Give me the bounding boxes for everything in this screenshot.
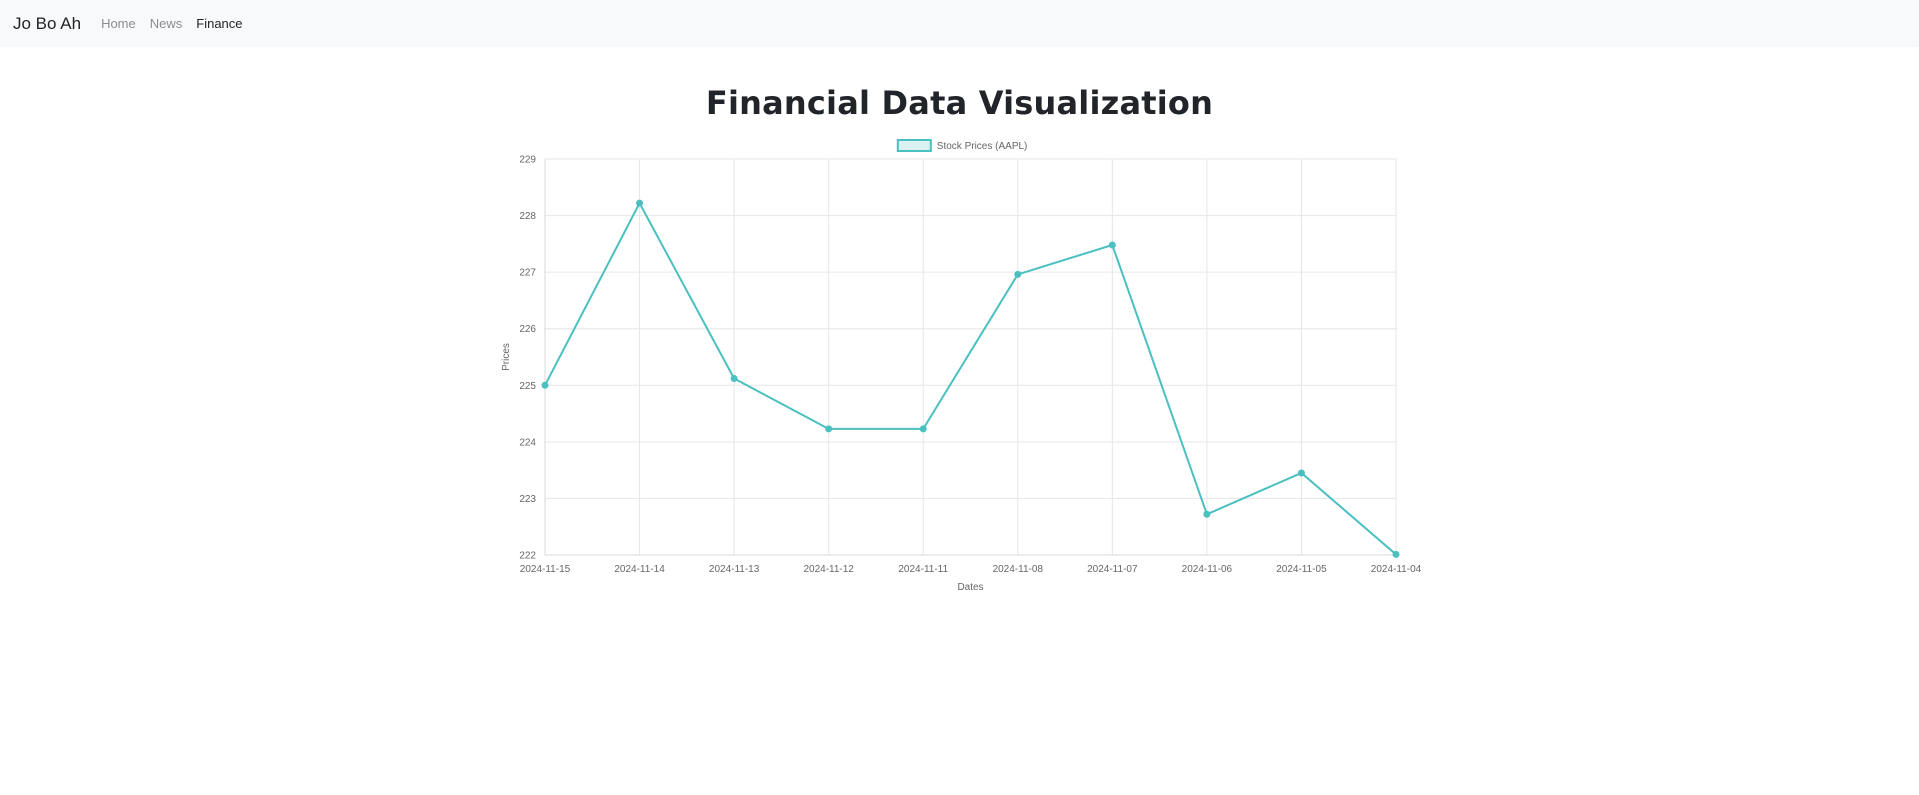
series-line (544, 200, 1397, 556)
data-point (1392, 550, 1400, 558)
data-point (1108, 241, 1116, 249)
data-point (636, 199, 644, 207)
y-tick-label: 224 (519, 437, 536, 448)
x-tick-label: 2024-11-11 (898, 564, 948, 575)
data-point (919, 425, 927, 433)
y-tick-label: 226 (519, 324, 536, 335)
y-tick-label: 229 (519, 155, 536, 166)
data-point (730, 374, 738, 382)
x-tick-label: 2024-11-14 (614, 564, 665, 575)
data-point (825, 425, 833, 433)
legend-swatch (896, 139, 932, 152)
x-tick-label: 2024-11-07 (1087, 564, 1138, 575)
x-tick-label: 2024-11-04 (1371, 564, 1422, 575)
x-axis-title: Dates (957, 582, 983, 593)
x-tick-label: 2024-11-05 (1276, 564, 1327, 575)
y-tick-label: 222 (519, 551, 536, 562)
stock-price-chart: 222 223 224 225 226 227 228 229 2024-11-15 2024-1… (501, 139, 1422, 593)
y-tick-label: 225 (519, 381, 536, 392)
x-tick-label: 2024-11-08 (993, 564, 1044, 575)
y-tick-label: 228 (519, 211, 536, 222)
data-point (1203, 510, 1211, 518)
y-axis-title: Prices (501, 343, 512, 371)
x-tick-label: 2024-11-12 (803, 564, 854, 575)
y-tick-label: 227 (519, 268, 536, 279)
x-tick-label: 2024-11-13 (709, 564, 760, 575)
x-tick-label: 2024-11-15 (520, 564, 571, 575)
data-point (541, 381, 549, 389)
data-point (1297, 469, 1305, 477)
x-tick-label: 2024-11-06 (1182, 564, 1233, 575)
legend-label: Stock Prices (AAPL) (937, 141, 1028, 152)
data-point (1014, 270, 1022, 278)
y-tick-label: 223 (519, 494, 536, 505)
